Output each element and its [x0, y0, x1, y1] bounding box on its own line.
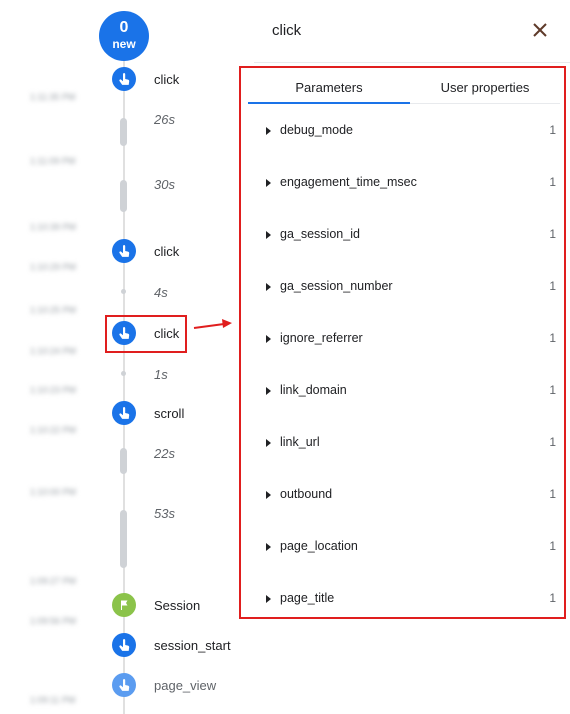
parameter-count: 1	[549, 383, 556, 397]
parameter-name: engagement_time_msec	[280, 175, 417, 189]
parameter-name: ignore_referrer	[280, 331, 363, 345]
parameter-row[interactable]: link_url 1	[248, 429, 560, 459]
parameter-row[interactable]: debug_mode 1	[248, 117, 560, 147]
parameter-row[interactable]: page_location 1	[248, 533, 560, 563]
event-label[interactable]: page_view	[154, 678, 216, 693]
parameter-row[interactable]: outbound 1	[248, 481, 560, 511]
parameter-count: 1	[549, 175, 556, 189]
panel-title: click	[272, 22, 302, 39]
time-gap-label: 22s	[154, 446, 175, 461]
timestamp: 1:11:09 PM	[30, 156, 76, 166]
caret-right-icon	[266, 179, 271, 187]
parameter-row[interactable]: ga_session_id 1	[248, 221, 560, 251]
time-gap-label: 1s	[154, 367, 168, 382]
parameter-name: debug_mode	[280, 123, 353, 137]
caret-right-icon	[266, 387, 271, 395]
timestamp: 1:10:29 PM	[30, 262, 77, 272]
parameter-name: page_title	[280, 591, 335, 605]
time-gap-bar	[120, 118, 127, 146]
timestamp: 1:11:35 PM	[30, 92, 76, 102]
parameter-name: link_domain	[280, 383, 347, 397]
parameter-name: ga_session_id	[280, 227, 360, 241]
event-label[interactable]: Session	[154, 598, 200, 613]
parameter-count: 1	[549, 279, 556, 293]
parameter-count: 1	[549, 227, 556, 241]
parameter-name: link_url	[280, 435, 320, 449]
event-label[interactable]: click	[154, 244, 179, 259]
tab-user-properties[interactable]: User properties	[410, 74, 560, 104]
caret-right-icon	[266, 127, 271, 135]
parameter-row[interactable]: page_title 1	[248, 585, 560, 615]
timestamp: 1:09:27 PM	[30, 576, 77, 586]
touch-icon[interactable]	[112, 401, 136, 425]
annotation-arrow-icon	[193, 319, 232, 329]
flag-icon[interactable]	[112, 593, 136, 617]
caret-right-icon	[266, 283, 271, 291]
timestamp: 1:10:25 PM	[30, 305, 77, 315]
timestamp: 1:10:00 PM	[30, 487, 77, 497]
event-label[interactable]: scroll	[154, 406, 184, 421]
parameter-count: 1	[549, 487, 556, 501]
timestamp: 1:09:11 PM	[30, 695, 76, 705]
counter-value: 0	[119, 19, 129, 36]
touch-icon[interactable]	[112, 239, 136, 263]
event-timeline: 1:11:35 PM 1:11:09 PM 1:10:39 PM 1:10:29…	[0, 0, 240, 714]
new-events-counter[interactable]: 0 new	[99, 11, 149, 61]
caret-right-icon	[266, 595, 271, 603]
caret-right-icon	[266, 231, 271, 239]
time-gap-bar	[120, 180, 127, 212]
timestamp: 1:10:39 PM	[30, 222, 77, 232]
parameter-row[interactable]: ga_session_number 1	[248, 273, 560, 303]
time-gap-dot	[121, 289, 126, 294]
close-button[interactable]	[529, 19, 551, 41]
panel-divider	[254, 62, 570, 63]
caret-right-icon	[266, 439, 271, 447]
caret-right-icon	[266, 543, 271, 551]
tab-parameters[interactable]: Parameters	[248, 74, 410, 104]
parameter-count: 1	[549, 331, 556, 345]
selected-event-highlight	[105, 315, 187, 353]
parameter-name: ga_session_number	[280, 279, 393, 293]
parameter-count: 1	[549, 435, 556, 449]
time-gap-label: 4s	[154, 285, 168, 300]
time-gap-bar	[120, 510, 127, 568]
caret-right-icon	[266, 335, 271, 343]
timestamp: 1:10:24 PM	[30, 346, 77, 356]
touch-icon[interactable]	[112, 633, 136, 657]
timestamp: 1:10:22 PM	[30, 425, 77, 435]
parameter-row[interactable]: link_domain 1	[248, 377, 560, 407]
time-gap-label: 26s	[154, 112, 175, 127]
counter-label: new	[112, 37, 136, 51]
timestamp: 1:10:23 PM	[30, 385, 77, 395]
time-gap-label: 30s	[154, 177, 175, 192]
parameter-row[interactable]: ignore_referrer 1	[248, 325, 560, 355]
caret-right-icon	[266, 491, 271, 499]
event-label[interactable]: click	[154, 72, 179, 87]
touch-icon[interactable]	[112, 67, 136, 91]
touch-icon[interactable]	[112, 673, 136, 697]
time-gap-label: 53s	[154, 506, 175, 521]
parameter-count: 1	[549, 539, 556, 553]
parameter-count: 1	[549, 591, 556, 605]
timestamp: 1:09:56 PM	[30, 616, 77, 626]
time-gap-bar	[120, 448, 127, 474]
parameter-count: 1	[549, 123, 556, 137]
parameter-row[interactable]: engagement_time_msec 1	[248, 169, 560, 199]
event-label[interactable]: session_start	[154, 638, 231, 653]
panel-tabs: Parameters User properties	[248, 74, 560, 104]
parameter-name: outbound	[280, 487, 333, 501]
parameter-name: page_location	[280, 539, 358, 553]
time-gap-dot	[121, 371, 126, 376]
close-icon	[533, 23, 547, 37]
